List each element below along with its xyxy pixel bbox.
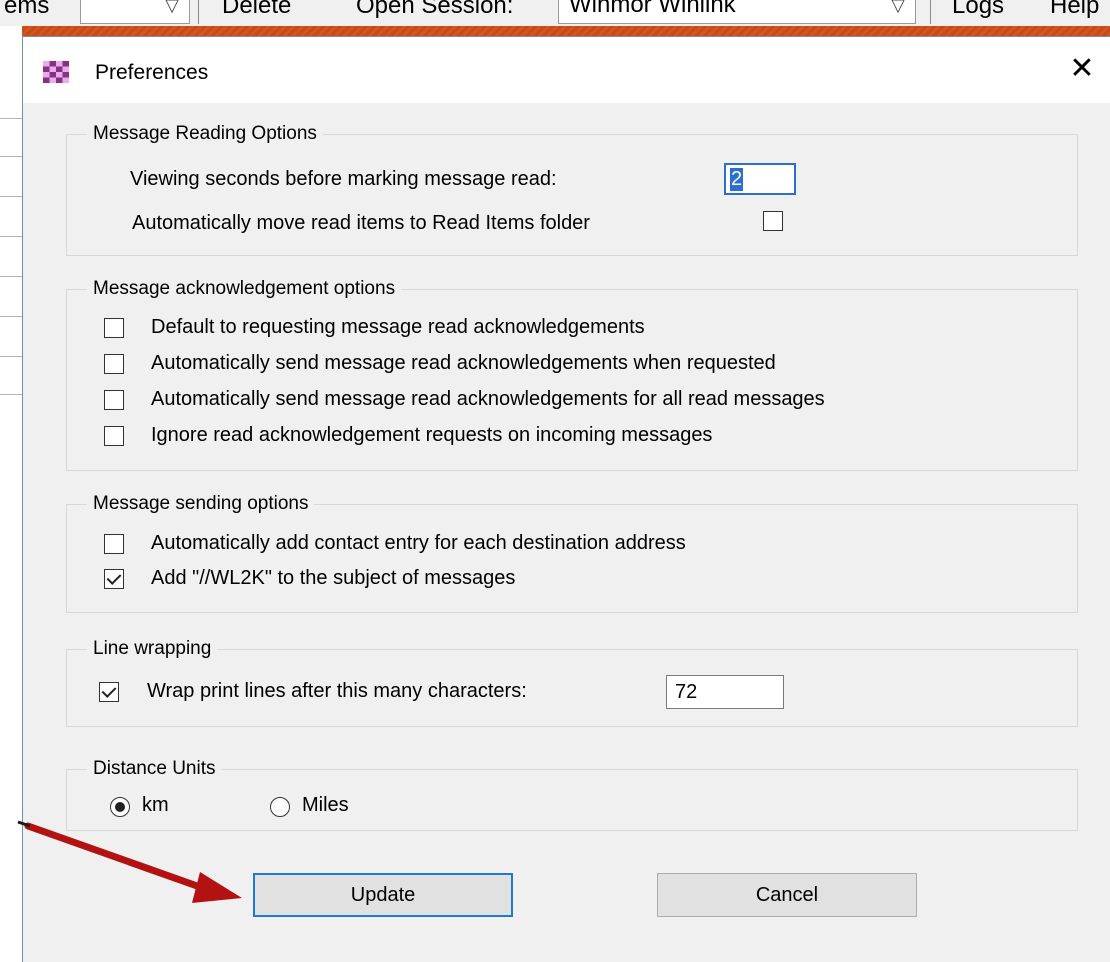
group-distance-units: Distance Units km Miles (66, 758, 1078, 831)
toolbar-delete[interactable]: Delete (222, 0, 291, 20)
dialog-title: Preferences (95, 61, 209, 84)
add-wl2k-label: Add "//WL2K" to the subject of messages (151, 567, 516, 589)
group-sending-options: Message sending options Automatically ad… (66, 493, 1078, 613)
update-button[interactable]: Update (253, 873, 513, 917)
seconds-value: 2 (730, 168, 744, 191)
seconds-label: Viewing seconds before marking message r… (130, 168, 557, 190)
items-combo[interactable]: ▽ (80, 0, 190, 24)
group-legend: Line wrapping (87, 638, 218, 660)
chevron-down-icon: ▽ (165, 0, 179, 15)
toolbar-separator (930, 0, 931, 24)
move-read-items-checkbox[interactable] (763, 211, 783, 231)
title-bar: Preferences ✕ (23, 37, 1110, 103)
group-ack-options: Message acknowledgement options Default … (66, 278, 1078, 471)
session-type-combo[interactable]: Winmor Winlink ▽ (558, 0, 916, 24)
add-contact-label: Automatically add contact entry for each… (151, 532, 686, 554)
background-toolbar: ems ▽ Delete Open Session: Winmor Winlin… (0, 0, 1110, 26)
ack-label-ignore: Ignore read acknowledgement requests on … (151, 424, 713, 446)
group-legend: Message sending options (87, 493, 315, 515)
toolbar-separator (198, 0, 199, 24)
toolbar-logs[interactable]: Logs (952, 0, 1004, 20)
wrap-chars-value: 72 (675, 681, 698, 703)
add-contact-checkbox[interactable] (104, 534, 124, 554)
app-icon (43, 61, 69, 83)
seconds-input[interactable]: 2 (724, 163, 796, 195)
ack-label-when-requested: Automatically send message read acknowle… (151, 352, 776, 374)
add-wl2k-checkbox[interactable] (104, 569, 124, 589)
close-icon[interactable]: ✕ (1062, 51, 1102, 86)
miles-radio[interactable] (270, 797, 290, 817)
toolbar-items-menu[interactable]: ems (4, 0, 49, 20)
wrap-lines-label: Wrap print lines after this many charact… (147, 680, 527, 702)
km-label: km (142, 794, 169, 816)
ack-checkbox-all-read[interactable] (104, 390, 124, 410)
ack-label-default: Default to requesting message read ackno… (151, 316, 645, 338)
toolbar-open-session[interactable]: Open Session: (356, 0, 513, 20)
toolbar-help[interactable]: Help (1050, 0, 1099, 20)
wrap-chars-input[interactable]: 72 (666, 675, 784, 709)
group-reading-options: Message Reading Options Viewing seconds … (66, 123, 1078, 256)
ack-checkbox-ignore[interactable] (104, 426, 124, 446)
session-type-value: Winmor Winlink (569, 0, 736, 18)
group-line-wrapping: Line wrapping Wrap print lines after thi… (66, 638, 1078, 727)
km-radio[interactable] (110, 797, 130, 817)
wrap-lines-checkbox[interactable] (99, 682, 119, 702)
group-legend: Distance Units (87, 758, 222, 780)
group-legend: Message Reading Options (87, 123, 323, 145)
ack-checkbox-default[interactable] (104, 318, 124, 338)
ack-label-all-read: Automatically send message read acknowle… (151, 388, 825, 410)
cancel-button[interactable]: Cancel (657, 873, 917, 917)
preferences-dialog: Preferences ✕ Message Reading Options Vi… (22, 36, 1110, 962)
group-legend: Message acknowledgement options (87, 278, 402, 300)
chevron-down-icon: ▽ (891, 0, 905, 15)
miles-label: Miles (302, 794, 349, 816)
background-list-strip (0, 26, 22, 962)
ack-checkbox-when-requested[interactable] (104, 354, 124, 374)
move-read-items-label: Automatically move read items to Read It… (132, 212, 590, 234)
